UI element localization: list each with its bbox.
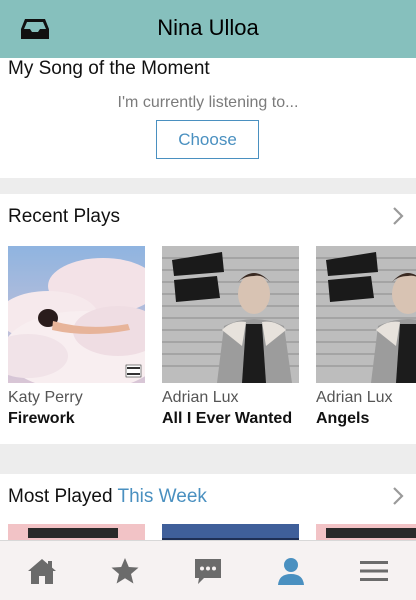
recent-play-item[interactable]: Katy Perry Firework	[8, 246, 145, 428]
chat-icon	[194, 559, 221, 584]
most-played-label: Most Played	[8, 486, 113, 507]
song-of-moment-panel: My Song of the Moment I'm currently list…	[0, 58, 416, 178]
most-played-panel: Most Played This Week	[0, 474, 416, 544]
tab-home[interactable]	[0, 541, 83, 600]
song-title: Angels	[316, 410, 370, 427]
bottom-tab-bar	[0, 540, 416, 600]
menu-icon	[359, 561, 388, 581]
artist-name: Adrian Lux	[162, 389, 239, 406]
top-bar: Nina Ulloa	[0, 0, 416, 58]
album-art-all-i-ever-wanted[interactable]	[162, 246, 299, 383]
tab-favorites[interactable]	[83, 541, 166, 600]
song-of-moment-heading: My Song of the Moment	[8, 58, 210, 79]
album-art-firework[interactable]	[8, 246, 145, 383]
home-icon	[27, 559, 56, 584]
song-title: Firework	[8, 410, 75, 427]
artist-name: Katy Perry	[8, 389, 83, 406]
recent-plays-panel: Recent Plays Katy Perry Firework Adrian …	[0, 194, 416, 444]
chevron-right-icon[interactable]	[392, 206, 404, 226]
recent-play-item[interactable]: Adrian Lux All I Ever Wanted	[162, 246, 299, 428]
tab-profile[interactable]	[249, 541, 332, 600]
recent-plays-heading: Recent Plays	[8, 206, 120, 227]
song-title: All I Ever Wanted	[162, 410, 293, 427]
star-icon	[111, 558, 138, 584]
tab-menu[interactable]	[332, 541, 415, 600]
most-played-heading: Most Played This Week	[8, 486, 207, 508]
currently-listening-text: I'm currently listening to...	[117, 94, 299, 111]
this-week-label[interactable]: This Week	[117, 486, 206, 507]
choose-button[interactable]: Choose	[156, 120, 259, 159]
tab-messages[interactable]	[166, 541, 249, 600]
album-art-angels[interactable]	[316, 246, 416, 383]
chevron-right-icon[interactable]	[392, 486, 404, 506]
profile-name-title: Nina Ulloa	[157, 15, 259, 40]
artist-name: Adrian Lux	[316, 389, 393, 406]
profile-icon	[277, 558, 304, 585]
recent-play-item[interactable]: Adrian Lux Angels	[316, 246, 416, 428]
